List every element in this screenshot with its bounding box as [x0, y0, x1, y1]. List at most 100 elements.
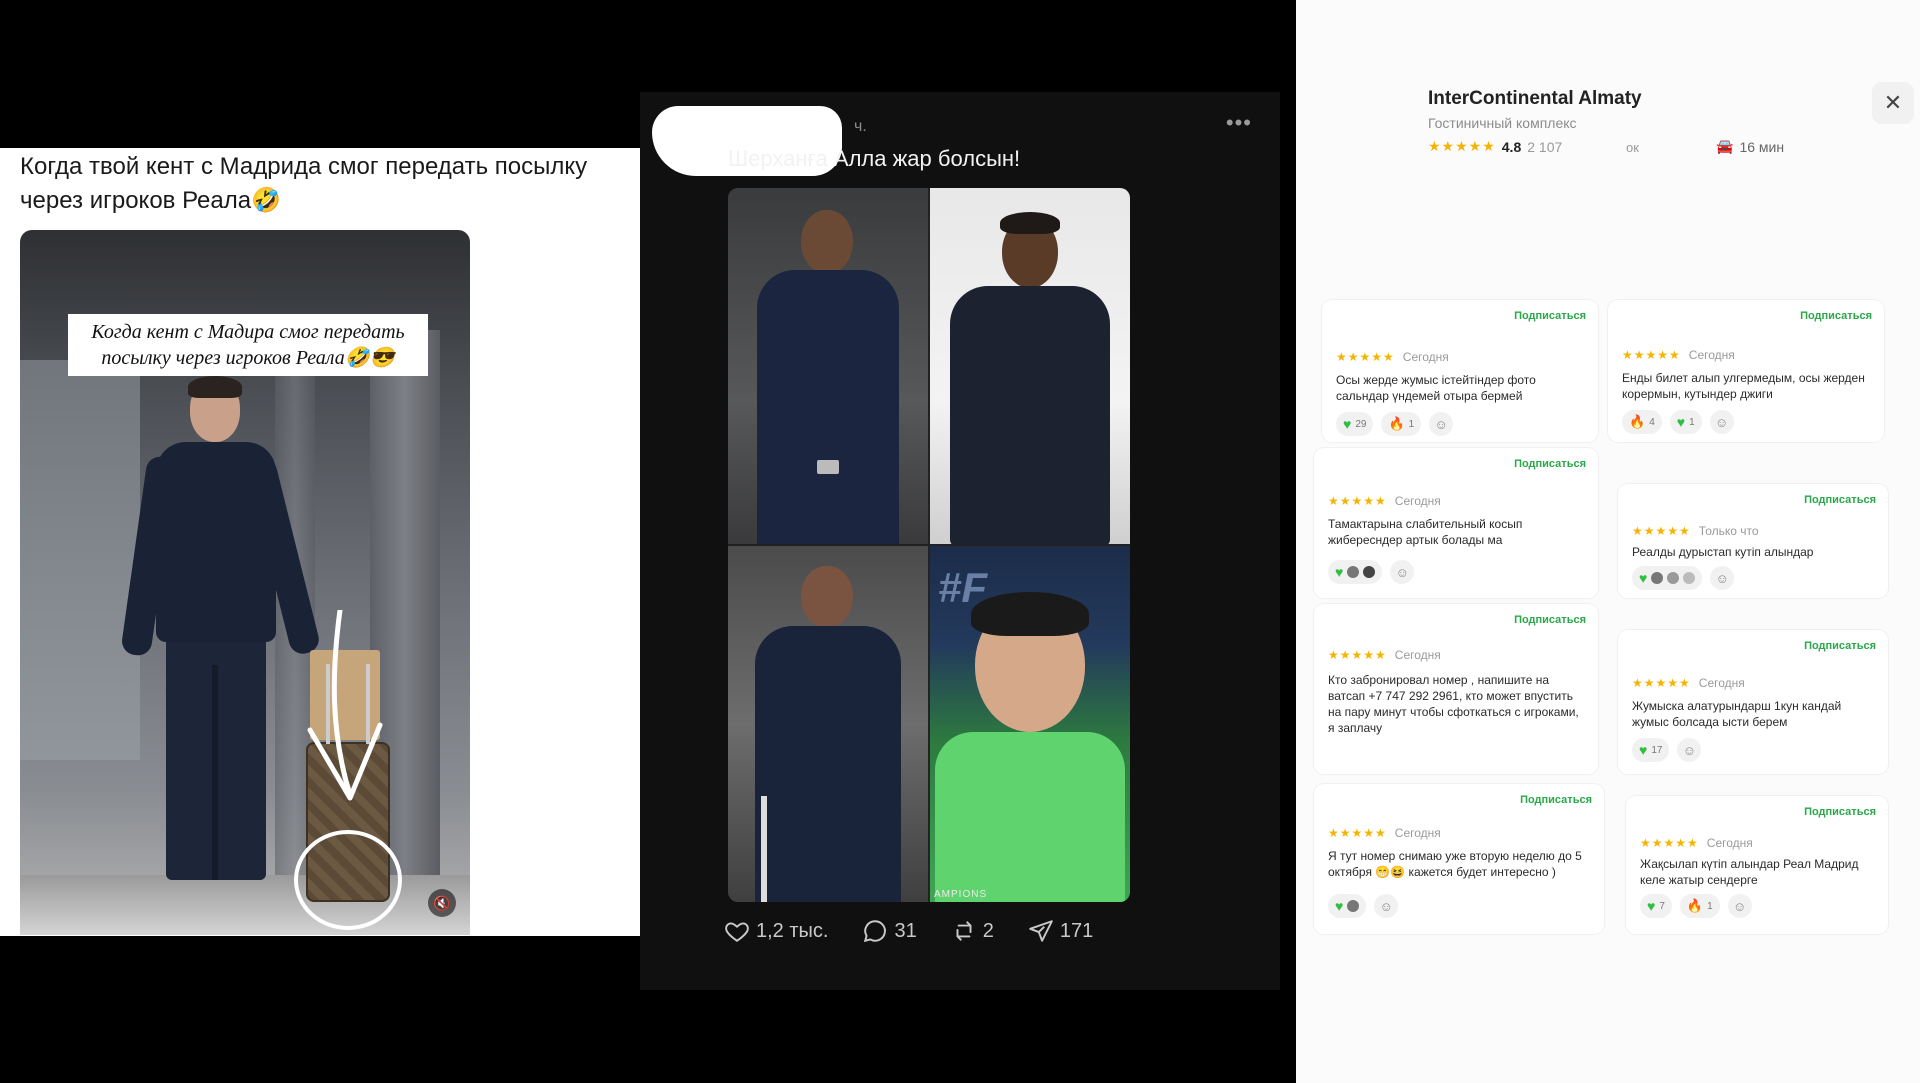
like-button[interactable]: 1,2 тыс. [724, 918, 828, 944]
reaction-heart[interactable]: ♥ 7 [1640, 894, 1672, 918]
green-heart-icon: ♥ [1335, 564, 1344, 580]
reaction-heart[interactable]: ♥ [1328, 560, 1383, 584]
review-stars: ★★★★★ [1328, 648, 1387, 662]
hotel-card: InterContinental Almaty Гостиничный комп… [1416, 72, 1914, 168]
collage: Когда твой кент с Мадрида смог передать … [0, 0, 1920, 1083]
post-caption: Когда твой кент с Мадрида смог передать … [20, 153, 588, 214]
add-reaction-icon[interactable]: ☺ [1677, 738, 1702, 762]
review-date: Сегодня [1402, 350, 1449, 364]
fire-icon: 🔥 [1629, 414, 1646, 429]
reaction-heart[interactable]: ♥ 17 [1632, 738, 1670, 762]
review-text: Жақсылап күтіп алындар Реал Мадрид келе … [1640, 857, 1859, 887]
arrow-and-circle-doodle [294, 610, 402, 930]
reaction-heart[interactable]: ♥ 29 [1336, 412, 1374, 436]
post-text: Шерханға Алла жар болсын! [728, 146, 1021, 171]
reaction-heart[interactable]: ♥ [1328, 894, 1367, 918]
green-heart-icon: ♥ [1335, 898, 1344, 914]
reactions: ♥ ☺ [1632, 566, 1735, 590]
green-heart-icon: ♥ [1343, 416, 1352, 432]
photo-grid: #F AMPIONS [728, 188, 1130, 902]
subscribe-button[interactable]: Подписаться [1800, 310, 1872, 322]
green-heart-icon: ♥ [1676, 414, 1686, 430]
background-window [20, 360, 140, 760]
subscribe-button[interactable]: Подписаться [1514, 458, 1586, 470]
add-reaction-icon[interactable]: ☺ [1710, 566, 1735, 590]
reactions: 🔥 4 ♥ 1 ☺ [1622, 410, 1734, 434]
reaction-count: 1 [1707, 900, 1713, 912]
share-count: 171 [1059, 919, 1094, 942]
reaction-count: 7 [1659, 900, 1665, 912]
more-icon[interactable]: ••• [1226, 110, 1252, 136]
green-heart-icon: ♥ [1639, 570, 1648, 586]
reactions: ♥ ☺ [1328, 560, 1415, 584]
story-text-banner: Когда кент с Мадира смог передать посылк… [68, 314, 428, 376]
photo-tile[interactable]: #F AMPIONS [930, 546, 1130, 902]
review-text: Реалды дурыстап кутіп алындар [1632, 545, 1814, 559]
close-icon[interactable]: ✕ [1872, 82, 1914, 124]
add-reaction-icon[interactable]: ☺ [1727, 894, 1752, 918]
review-text: Я тут номер снимаю уже вторую неделю до … [1328, 849, 1582, 879]
mute-icon[interactable]: 🔇 [428, 889, 456, 917]
repost-icon [956, 921, 972, 941]
meme-post: Когда твой кент с Мадрида смог передать … [0, 148, 640, 936]
review-stars: ★★★★★ [1632, 524, 1691, 538]
repost-button[interactable]: 2 [951, 918, 994, 944]
subscribe-button[interactable]: Подписаться [1520, 794, 1592, 806]
subscribe-button[interactable]: Подписаться [1804, 806, 1876, 818]
social-post: ч. ••• Шерханға Алла жар болсын! #F AMPI… [640, 92, 1280, 990]
review-text: Кто забронировал номер , напишите на ват… [1328, 673, 1579, 735]
ucl-logo-text: AMPIONS [934, 889, 988, 900]
reaction-fire[interactable]: 🔥 4 [1622, 410, 1662, 434]
review-card: Подписаться ★★★★★ Сегодня Тамактарына сл… [1314, 448, 1598, 598]
subscribe-button[interactable]: Подписаться [1514, 310, 1586, 322]
review-date: Сегодня [1394, 648, 1441, 662]
story-photo[interactable]: Когда кент с Мадира смог передать посылк… [20, 230, 470, 935]
review-text: Жумыска алатурындарш 1кун кандай жумыс б… [1632, 699, 1842, 729]
photo-tile[interactable] [728, 188, 928, 544]
add-reaction-icon[interactable]: ☺ [1429, 412, 1454, 436]
review-text: Енды билет алып улгермедым, осы жерден к… [1622, 371, 1865, 401]
reaction-heart[interactable]: ♥ 1 [1669, 410, 1702, 434]
review-date: Сегодня [1698, 676, 1745, 690]
review-card: Подписаться ★★★★★ Сегодня Кто заброниров… [1314, 604, 1598, 774]
drive-time[interactable]: 🚘 16 мин [1716, 138, 1784, 155]
truncated-label: ок [1626, 140, 1639, 155]
review-date: Сегодня [1688, 348, 1735, 362]
fire-icon: 🔥 [1686, 898, 1704, 913]
review-card: Подписаться ★★★★★ Сегодня Енды билет алы… [1608, 300, 1884, 442]
reviews-screenshot: InterContinental Almaty Гостиничный комп… [1296, 0, 1920, 1083]
avatar [1347, 566, 1360, 578]
share-button[interactable]: 171 [1028, 918, 1093, 944]
post-actions: 1,2 тыс. 31 2 171 [724, 918, 1093, 944]
add-reaction-icon[interactable]: ☺ [1374, 894, 1399, 918]
reaction-fire[interactable]: 🔥 1 [1679, 894, 1720, 918]
comment-button[interactable]: 31 [862, 918, 917, 944]
add-reaction-icon[interactable]: ☺ [1709, 410, 1734, 434]
reactions: ♥ ☺ [1328, 894, 1399, 918]
avatar [1347, 900, 1360, 912]
review-stars: ★★★★★ [1640, 836, 1699, 850]
review-stars: ★★★★★ [1336, 350, 1395, 364]
review-card: Подписаться ★★★★★ Сегодня Жақсылап күтіп… [1626, 796, 1888, 934]
avatar [1667, 572, 1680, 584]
subscribe-button[interactable]: Подписаться [1804, 494, 1876, 506]
hotel-name: InterContinental Almaty [1428, 88, 1642, 109]
comment-count: 31 [894, 919, 917, 942]
drive-time-value: 16 мин [1739, 138, 1785, 155]
review-text: Тамактарына слабительный косып жибереснд… [1328, 517, 1523, 547]
review-date: Только что [1698, 524, 1759, 538]
review-stars: ★★★★★ [1328, 494, 1387, 508]
avatar [1683, 572, 1696, 584]
subscribe-button[interactable]: Подписаться [1514, 614, 1586, 626]
avatar [1363, 566, 1376, 578]
photo-tile[interactable] [930, 188, 1130, 544]
car-icon: 🚘 [1716, 138, 1734, 154]
subscribe-button[interactable]: Подписаться [1804, 640, 1876, 652]
post-time: ч. [854, 118, 867, 135]
reaction-heart[interactable]: ♥ [1632, 566, 1703, 590]
add-reaction-icon[interactable]: ☺ [1390, 560, 1415, 584]
rating-value: 4.8 [1501, 138, 1522, 155]
reaction-fire[interactable]: 🔥 1 [1381, 412, 1422, 436]
reaction-count: 1 [1689, 416, 1695, 428]
photo-tile[interactable] [728, 546, 928, 902]
